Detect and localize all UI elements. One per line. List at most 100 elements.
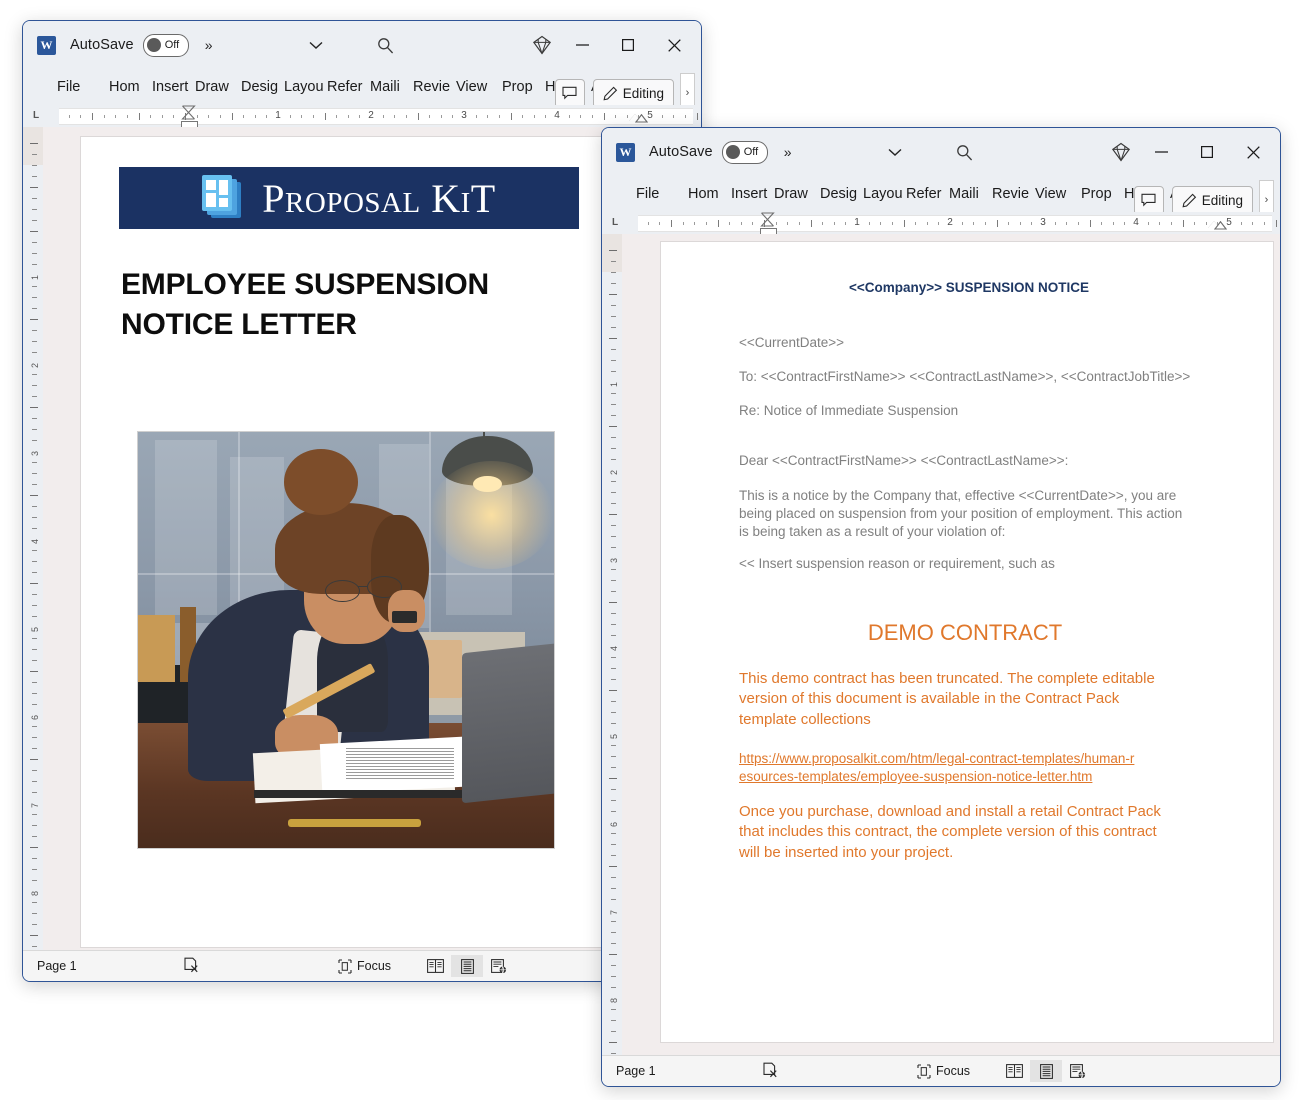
tab-home[interactable]: Hom xyxy=(686,181,729,207)
document-canvas[interactable]: <<Company>> SUSPENSION NOTICE <<CurrentD… xyxy=(622,234,1280,1055)
ruler-tick xyxy=(611,877,616,878)
ruler-tick xyxy=(611,1053,616,1054)
ruler-tick xyxy=(103,115,105,118)
ruler-tick xyxy=(798,222,800,225)
tab-design[interactable]: Desig xyxy=(239,74,282,100)
tab-references[interactable]: Refer xyxy=(904,181,947,207)
view-switcher xyxy=(419,955,515,977)
ruler-tick xyxy=(611,965,616,966)
ruler-number: 5 xyxy=(30,626,40,632)
document-area: 12345678 PROPOSAL KIT EMPLOYEE SUSPENSIO… xyxy=(23,127,701,950)
tab-mailings[interactable]: Maili xyxy=(947,181,990,207)
editing-mode-button[interactable]: Editing xyxy=(1171,185,1253,212)
ruler-tick xyxy=(609,294,617,295)
tab-file[interactable]: File xyxy=(55,74,93,100)
maximize-button[interactable] xyxy=(605,28,651,62)
chevron-right-icon[interactable]: › xyxy=(1259,180,1274,212)
ruler-tick xyxy=(68,115,70,118)
ruler-tick xyxy=(1205,222,1207,225)
document-image[interactable] xyxy=(137,431,555,849)
print-layout-icon[interactable] xyxy=(451,955,483,977)
tab-view[interactable]: View xyxy=(1033,181,1079,207)
document-page[interactable]: <<Company>> SUSPENSION NOTICE <<CurrentD… xyxy=(661,242,1273,1042)
ruler-tick xyxy=(682,222,684,225)
web-layout-icon[interactable] xyxy=(1062,1060,1094,1082)
comment-icon[interactable] xyxy=(554,78,585,105)
document-page[interactable]: PROPOSAL KIT EMPLOYEE SUSPENSION NOTICE … xyxy=(81,137,601,947)
tab-layout[interactable]: Layou xyxy=(861,181,904,207)
ruler-tick xyxy=(611,668,616,669)
tab-draw[interactable]: Draw xyxy=(772,181,818,207)
close-button[interactable] xyxy=(651,28,697,62)
chevron-right-icon[interactable]: › xyxy=(680,73,695,105)
focus-mode-button[interactable]: Focus xyxy=(338,958,391,974)
ruler-tick xyxy=(1263,222,1265,225)
tab-properties[interactable]: Prop xyxy=(500,74,543,100)
autosave-toggle[interactable]: Off xyxy=(142,33,189,57)
first-line-indent-marker[interactable] xyxy=(181,105,196,121)
page-number-label[interactable]: Page 1 xyxy=(616,1064,656,1078)
vertical-ruler[interactable]: 1 2 3 4 5 6 7 8 xyxy=(23,127,43,950)
focus-mode-button[interactable]: Focus xyxy=(917,1063,970,1079)
ruler-tick xyxy=(32,682,37,683)
tab-properties[interactable]: Prop xyxy=(1079,181,1122,207)
ruler-tick xyxy=(32,517,37,518)
tab-review[interactable]: Revie xyxy=(411,74,454,100)
diamond-icon[interactable] xyxy=(525,30,559,60)
search-icon[interactable] xyxy=(947,139,981,165)
ruler-tick xyxy=(568,115,570,118)
close-button[interactable] xyxy=(1230,135,1276,169)
double-chevron-right-icon[interactable]: » xyxy=(784,144,792,160)
right-indent-marker[interactable] xyxy=(629,114,648,123)
autosave-toggle[interactable]: Off xyxy=(721,140,768,164)
window-controls xyxy=(525,21,701,69)
tab-insert[interactable]: Insert xyxy=(150,74,193,100)
tab-references[interactable]: Refer xyxy=(325,74,368,100)
horizontal-ruler[interactable]: L 1 2 3 4 5 xyxy=(23,105,701,132)
word-window-front[interactable]: W AutoSave Off » File Hom Insert Draw De… xyxy=(601,127,1281,1087)
ruler-tick xyxy=(32,297,37,298)
ruler-number: 1 xyxy=(275,110,281,121)
read-mode-icon[interactable] xyxy=(419,955,451,977)
demo-contract-link[interactable]: https://www.proposalkit.com/htm/legal-co… xyxy=(739,750,1139,787)
page-number-label[interactable]: Page 1 xyxy=(37,959,77,973)
ruler-tick xyxy=(301,115,303,118)
comment-icon[interactable] xyxy=(1133,185,1164,212)
tab-home[interactable]: Hom xyxy=(107,74,150,100)
tab-view[interactable]: View xyxy=(454,74,500,100)
search-icon[interactable] xyxy=(368,32,402,58)
word-window-back[interactable]: W AutoSave Off » File Hom Insert Draw De… xyxy=(22,20,702,982)
editing-mode-button[interactable]: Editing xyxy=(592,78,674,105)
tab-draw[interactable]: Draw xyxy=(193,74,239,100)
horizontal-ruler[interactable]: L 1 2 3 4 5 xyxy=(602,212,1280,239)
print-layout-icon[interactable] xyxy=(1030,1060,1062,1082)
first-line-indent-marker[interactable] xyxy=(760,212,775,228)
maximize-button[interactable] xyxy=(1184,135,1230,169)
tab-file[interactable]: File xyxy=(634,181,672,207)
tab-design[interactable]: Desig xyxy=(818,181,861,207)
minimize-button[interactable] xyxy=(559,28,605,62)
chevron-down-icon[interactable] xyxy=(309,41,323,50)
minimize-button[interactable] xyxy=(1138,135,1184,169)
tab-insert[interactable]: Insert xyxy=(729,181,772,207)
proofing-errors-icon[interactable] xyxy=(762,1062,779,1079)
tab-stop-marker[interactable]: L xyxy=(612,217,618,228)
tab-review[interactable]: Revie xyxy=(990,181,1033,207)
read-mode-icon[interactable] xyxy=(998,1060,1030,1082)
ruler-tick xyxy=(32,726,37,727)
tab-layout[interactable]: Layou xyxy=(282,74,325,100)
right-indent-marker[interactable] xyxy=(1208,221,1227,230)
tab-mailings[interactable]: Maili xyxy=(368,74,411,100)
tab-stop-marker[interactable]: L xyxy=(33,110,39,121)
proofing-errors-icon[interactable] xyxy=(183,957,200,974)
ruler-tick xyxy=(1101,222,1103,225)
double-chevron-right-icon[interactable]: » xyxy=(205,37,213,53)
ruler-tick xyxy=(609,690,617,691)
ruler-tick xyxy=(611,316,616,317)
vertical-ruler[interactable]: 1 2 3 4 5 6 7 8 xyxy=(602,234,622,1055)
ruler-tick xyxy=(32,198,37,199)
web-layout-icon[interactable] xyxy=(483,955,515,977)
ruler-tick xyxy=(611,327,616,328)
chevron-down-icon[interactable] xyxy=(888,148,902,157)
diamond-icon[interactable] xyxy=(1104,137,1138,167)
